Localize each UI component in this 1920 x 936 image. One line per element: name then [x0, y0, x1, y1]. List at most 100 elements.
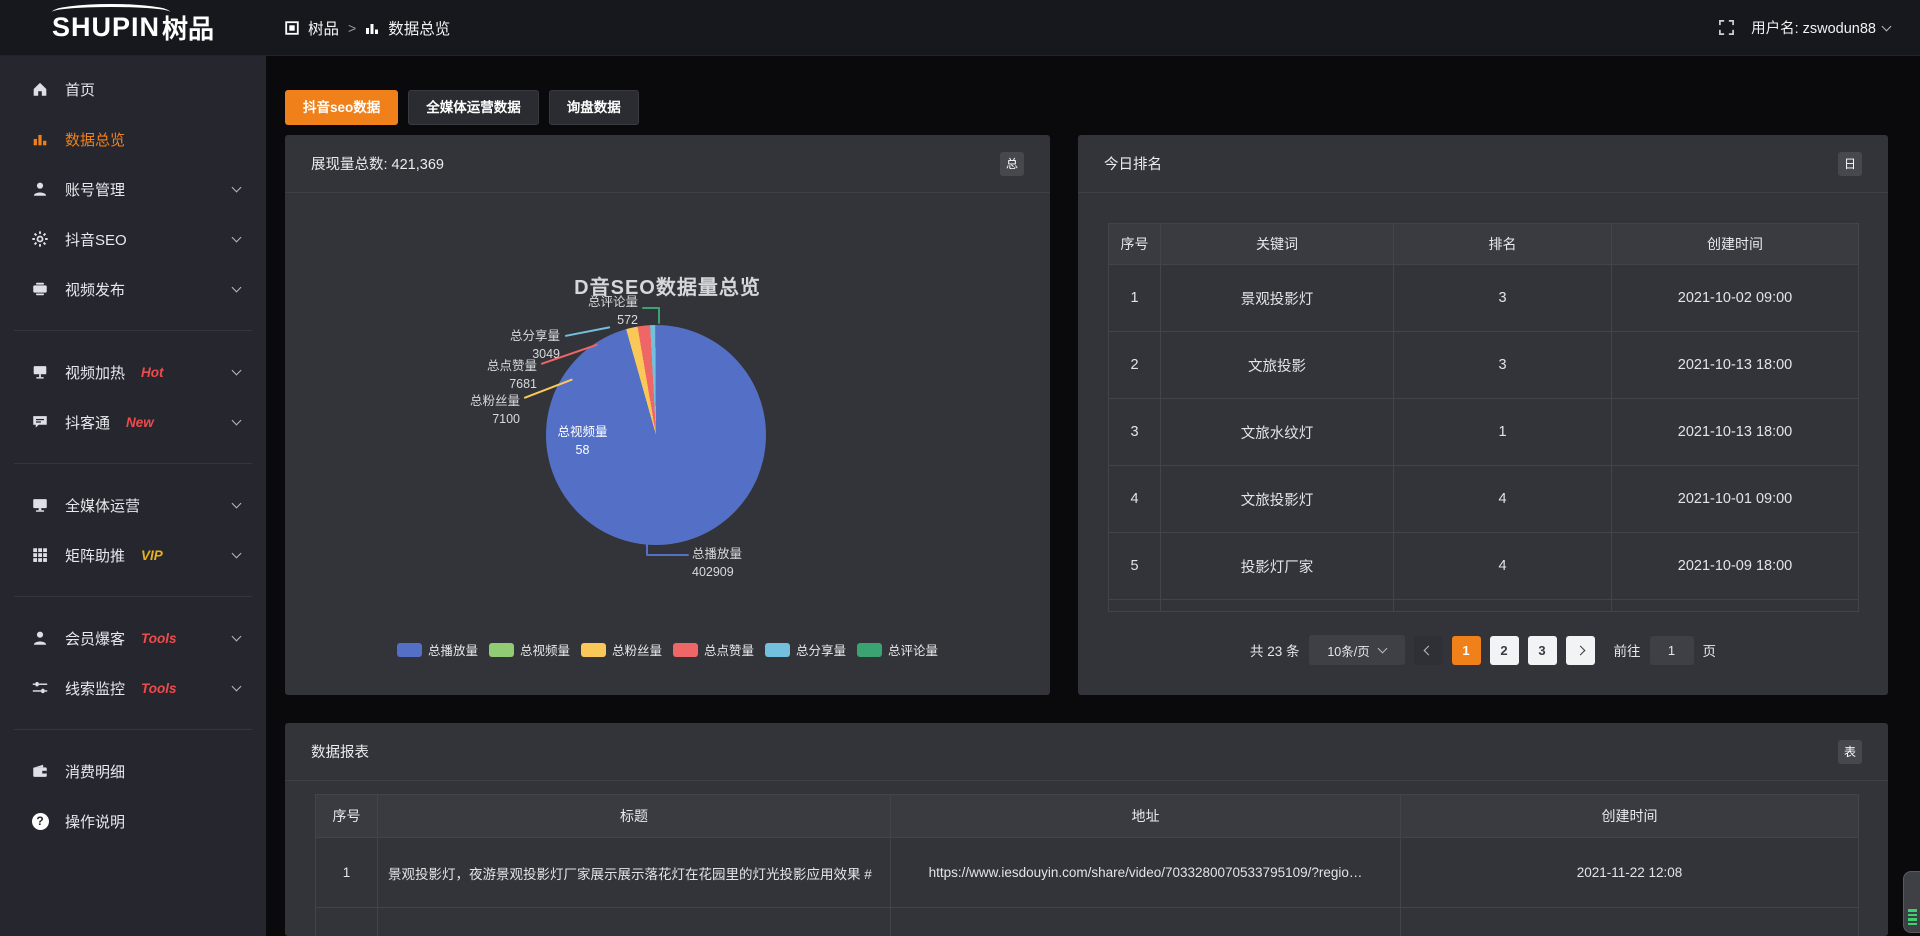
chevron-down-icon [232, 366, 242, 376]
cell-created: 2021-10-09 18:00 [1612, 533, 1859, 600]
legend-swatch [765, 643, 790, 657]
sidebar-item-label: 操作说明 [65, 811, 125, 832]
table-row[interactable]: 5 投影灯厂家 4 2021-10-09 18:00 [1109, 533, 1859, 600]
cell-created: 2021-10-02 09:00 [1612, 265, 1859, 332]
chevron-down-icon [232, 499, 242, 509]
table-row[interactable]: 3 文旅水纹灯 1 2021-10-13 18:00 [1109, 399, 1859, 466]
page-button-1[interactable]: 1 [1452, 636, 1481, 665]
leader-line-plays [646, 541, 648, 555]
ranking-panel: 今日排名 日 序号 关键词 排名 创建时间 1 景观投影灯 3 2021-10-… [1078, 135, 1888, 695]
tab-media-operation-data[interactable]: 全媒体运营数据 [408, 90, 539, 125]
goto-page-input[interactable]: 1 [1650, 636, 1694, 665]
page-button-2[interactable]: 2 [1490, 636, 1519, 665]
cell-created: 2021-11-22 12:08 [1401, 838, 1859, 908]
cell-keyword: 投影灯厂家 [1161, 533, 1394, 600]
sidebar-item-video-publish[interactable]: 视频发布 [0, 264, 266, 314]
sidebar-item-lead-monitor[interactable]: 线索监控 Tools [0, 663, 266, 713]
chevron-down-icon [232, 183, 242, 193]
logo-arc [52, 4, 170, 20]
sidebar-item-label: 会员爆客 [65, 628, 125, 649]
column-header: 创建时间 [1401, 795, 1859, 838]
legend-swatch [581, 643, 606, 657]
sidebar-item-label: 矩阵助推 [65, 545, 125, 566]
tab-inquiry-data[interactable]: 询盘数据 [549, 90, 639, 125]
legend-item-likes[interactable]: 总点赞量 [673, 640, 754, 659]
sidebar-item-matrix-boost[interactable]: 矩阵助推 VIP [0, 530, 266, 580]
chart-title: D音SEO数据量总览 [285, 271, 1050, 300]
stripe-icon [1908, 923, 1917, 926]
member-icon [30, 629, 50, 647]
chevron-down-icon [1882, 21, 1892, 31]
pie-label-fans: 总粉丝量7100 [425, 392, 520, 428]
column-header: 地址 [891, 795, 1401, 838]
breadcrumb-root[interactable]: 树品 [308, 17, 339, 39]
chevron-left-icon [1423, 645, 1433, 655]
table-row[interactable]: 4 文旅投影灯 4 2021-10-01 09:00 [1109, 466, 1859, 533]
cell-index: 3 [1109, 399, 1161, 466]
goto-suffix: 页 [1703, 640, 1717, 660]
pie-label-videos: 总视频量58 [535, 423, 630, 459]
table-header-row: 序号 标题 地址 创建时间 [316, 795, 1859, 838]
sidebar-item-douyin-seo[interactable]: 抖音SEO [0, 214, 266, 264]
tab-douyin-seo-data[interactable]: 抖音seo数据 [285, 90, 398, 125]
column-header: 序号 [316, 795, 378, 838]
sidebar-item-instructions[interactable]: ? 操作说明 [0, 796, 266, 846]
screen-icon [30, 363, 50, 381]
sidebar-item-account[interactable]: 账号管理 [0, 164, 266, 214]
legend-item-videos[interactable]: 总视频量 [489, 640, 570, 659]
cell-index: 1 [1109, 265, 1161, 332]
chat-bubble-icon [30, 413, 50, 431]
grid-icon [30, 546, 50, 564]
chevron-down-icon [1377, 644, 1387, 654]
bar-chart-icon [30, 130, 50, 148]
cell-title: 景观投影灯，夜游景观投影灯厂家展示展示落花灯在花园里的灯光投影应用效果 # [378, 838, 891, 908]
app-window-icon [285, 21, 299, 35]
page-size-select[interactable]: 10条/页 [1309, 635, 1405, 665]
sidebar-item-label: 视频发布 [65, 279, 125, 300]
prev-page-button[interactable] [1414, 636, 1443, 665]
stripe-icon [1908, 914, 1917, 917]
cell-rank: 4 [1394, 533, 1612, 600]
sidebar-item-member-baoke[interactable]: 会员爆客 Tools [0, 613, 266, 663]
vip-badge: VIP [141, 548, 163, 563]
cell-created: 2021-10-01 09:00 [1612, 466, 1859, 533]
sidebar-divider [14, 463, 252, 464]
breadcrumb-current[interactable]: 数据总览 [388, 17, 450, 39]
sidebar-item-video-heat[interactable]: 视频加热 Hot [0, 347, 266, 397]
chevron-down-icon [232, 416, 242, 426]
cell-video-link[interactable]: https://www.iesdouyin.com/share/video/70… [891, 838, 1401, 908]
day-badge[interactable]: 日 [1838, 152, 1862, 176]
legend-item-shares[interactable]: 总分享量 [765, 640, 846, 659]
sidebar-item-consumption[interactable]: 消费明细 [0, 746, 266, 796]
ranking-panel-title: 今日排名 [1104, 153, 1162, 174]
sidebar-item-label: 抖音SEO [65, 229, 127, 250]
pie-chart: D音SEO数据量总览 总评论量572 总分享量3049 总点赞量7681 总粉丝… [285, 193, 1050, 695]
sidebar-item-media-operation[interactable]: 全媒体运营 [0, 480, 266, 530]
report-panel-title: 数据报表 [311, 741, 369, 762]
sidebar-item-douketong[interactable]: 抖客通 New [0, 397, 266, 447]
floating-widget[interactable] [1903, 871, 1920, 933]
table-row[interactable]: 2 文旅投影 3 2021-10-13 18:00 [1109, 332, 1859, 399]
user-menu[interactable]: 用户名: zswodun88 [1751, 17, 1890, 38]
cell-index: 2 [1109, 332, 1161, 399]
total-badge[interactable]: 总 [1000, 152, 1024, 176]
legend-item-fans[interactable]: 总粉丝量 [581, 640, 662, 659]
sidebar-item-label: 线索监控 [65, 678, 125, 699]
sidebar-item-data-overview[interactable]: 数据总览 [0, 114, 266, 164]
legend-item-comments[interactable]: 总评论量 [857, 640, 938, 659]
page-button-3[interactable]: 3 [1528, 636, 1557, 665]
stripe-icon [1908, 918, 1917, 921]
table-row[interactable]: 1 景观投影灯，夜游景观投影灯厂家展示展示落花灯在花园里的灯光投影应用效果 # … [316, 838, 1859, 908]
sidebar-item-home[interactable]: 首页 [0, 64, 266, 114]
table-badge[interactable]: 表 [1838, 740, 1862, 764]
report-table: 序号 标题 地址 创建时间 1 景观投影灯，夜游景观投影灯厂家展示展示落花灯在花… [315, 794, 1859, 936]
gear-icon [30, 230, 50, 248]
legend-item-plays[interactable]: 总播放量 [397, 640, 478, 659]
table-row[interactable]: 1 景观投影灯 3 2021-10-02 09:00 [1109, 265, 1859, 332]
next-page-button[interactable] [1566, 636, 1595, 665]
sidebar-item-label: 视频加热 [65, 362, 125, 383]
column-header: 排名 [1394, 224, 1612, 265]
fullscreen-icon[interactable] [1718, 19, 1735, 36]
sidebar-item-label: 首页 [65, 79, 95, 100]
cell-index: 1 [316, 838, 378, 908]
